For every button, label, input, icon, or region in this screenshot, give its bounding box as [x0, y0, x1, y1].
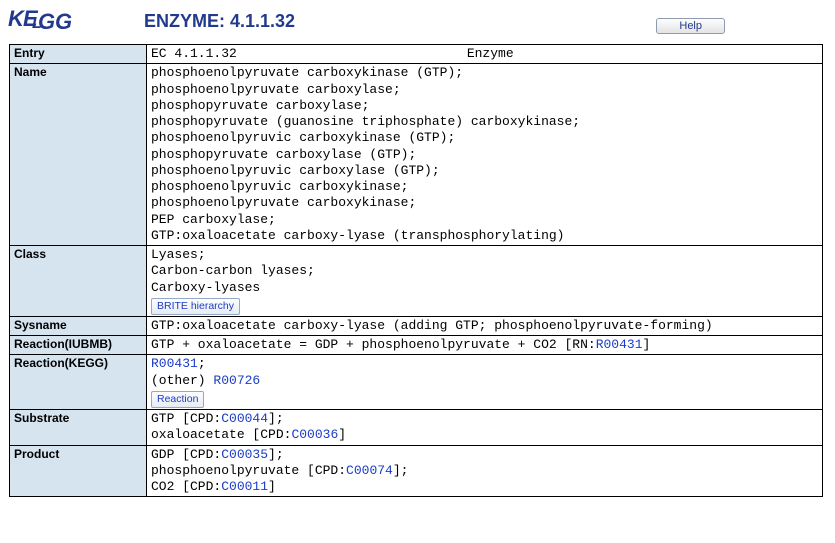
label-sysname: Sysname [10, 316, 147, 335]
name-line: phosphoenolpyruvate carboxykinase (GTP); [151, 65, 463, 80]
name-line: phosphoenolpyruvate carboxylase; [151, 82, 401, 97]
cpd-link[interactable]: C00044 [221, 411, 268, 426]
name-line: PEP carboxylase; [151, 212, 276, 227]
kegg-logo: KELGG [8, 6, 64, 36]
cpd-text: GTP [CPD: [151, 411, 221, 426]
header: KELGG ENZYME: 4.1.1.32 Help [0, 0, 835, 40]
label-reaction-iubmb: Reaction(IUBMB) [10, 336, 147, 355]
label-class: Class [10, 246, 147, 317]
reaction-iubmb-text: GTP + oxaloacetate = GDP + phosphoenolpy… [151, 337, 596, 352]
row-product: Product GDP [CPD:C00035];phosphoenolpyru… [10, 445, 823, 497]
value-entry: EC 4.1.1.32 Enzyme [147, 45, 823, 64]
value-product: GDP [CPD:C00035];phosphoenolpyruvate [CP… [147, 445, 823, 497]
class-line: Carboxy-lyases [151, 280, 260, 295]
label-name: Name [10, 64, 147, 246]
label-reaction-kegg: Reaction(KEGG) [10, 355, 147, 410]
cpd-text: CO2 [CPD: [151, 479, 221, 494]
name-line: phosphoenolpyruvate carboxykinase; [151, 195, 416, 210]
brite-hierarchy-button[interactable]: BRITE hierarchy [151, 298, 240, 315]
name-line: GTP:oxaloacetate carboxy-lyase (transpho… [151, 228, 564, 243]
cpd-link[interactable]: C00035 [221, 447, 268, 462]
row-name: Name phosphoenolpyruvate carboxykinase (… [10, 64, 823, 246]
cpd-link[interactable]: C00036 [291, 427, 338, 442]
name-line: phosphoenolpyruvic carboxykinase; [151, 179, 408, 194]
reaction-button[interactable]: Reaction [151, 391, 204, 408]
other-label: (other) [151, 373, 213, 388]
help-button[interactable]: Help [656, 18, 725, 34]
enzyme-table: Entry EC 4.1.1.32 Enzyme Name phosphoeno… [9, 44, 823, 497]
cpd-text: GDP [CPD: [151, 447, 221, 462]
value-class: Lyases;Carbon-carbon lyases; Carboxy-lyas… [147, 246, 823, 317]
value-name: phosphoenolpyruvate carboxykinase (GTP);… [147, 64, 823, 246]
page-title: ENZYME: 4.1.1.32 [144, 11, 295, 32]
name-line: phosphopyruvate carboxylase (GTP); [151, 147, 416, 162]
row-sysname: Sysname GTP:oxaloacetate carboxy-lyase (… [10, 316, 823, 335]
row-reaction-kegg: Reaction(KEGG) R00431; (other) R00726 Re… [10, 355, 823, 410]
value-sysname: GTP:oxaloacetate carboxy-lyase (adding G… [147, 316, 823, 335]
value-substrate: GTP [CPD:C00044];oxaloacetate [CPD:C0003… [147, 410, 823, 446]
label-product: Product [10, 445, 147, 497]
name-line: phosphoenolpyruvic carboxykinase (GTP); [151, 130, 455, 145]
cpd-link[interactable]: C00074 [346, 463, 393, 478]
class-line: Lyases; [151, 247, 206, 262]
name-line: phosphopyruvate carboxylase; [151, 98, 369, 113]
label-substrate: Substrate [10, 410, 147, 446]
name-line: phosphoenolpyruvic carboxylase (GTP); [151, 163, 440, 178]
cpd-text: oxaloacetate [CPD: [151, 427, 291, 442]
row-class: Class Lyases;Carbon-carbon lyases; Carbox… [10, 246, 823, 317]
r1-link[interactable]: R00431 [151, 356, 198, 371]
rn-link[interactable]: R00431 [596, 337, 643, 352]
row-reaction-iubmb: Reaction(IUBMB) GTP + oxaloacetate = GDP… [10, 336, 823, 355]
value-reaction-kegg: R00431; (other) R00726 Reaction [147, 355, 823, 410]
r2-link[interactable]: R00726 [213, 373, 260, 388]
cpd-text: phosphoenolpyruvate [CPD: [151, 463, 346, 478]
class-line: Carbon-carbon lyases; [151, 263, 315, 278]
entry-ec: EC 4.1.1.32 [151, 46, 237, 62]
cpd-link[interactable]: C00011 [221, 479, 268, 494]
row-entry: Entry EC 4.1.1.32 Enzyme [10, 45, 823, 64]
name-line: phosphopyruvate (guanosine triphosphate)… [151, 114, 580, 129]
row-substrate: Substrate GTP [CPD:C00044];oxaloacetate … [10, 410, 823, 446]
value-reaction-iubmb: GTP + oxaloacetate = GDP + phosphoenolpy… [147, 336, 823, 355]
entry-type: Enzyme [467, 46, 514, 62]
label-entry: Entry [10, 45, 147, 64]
